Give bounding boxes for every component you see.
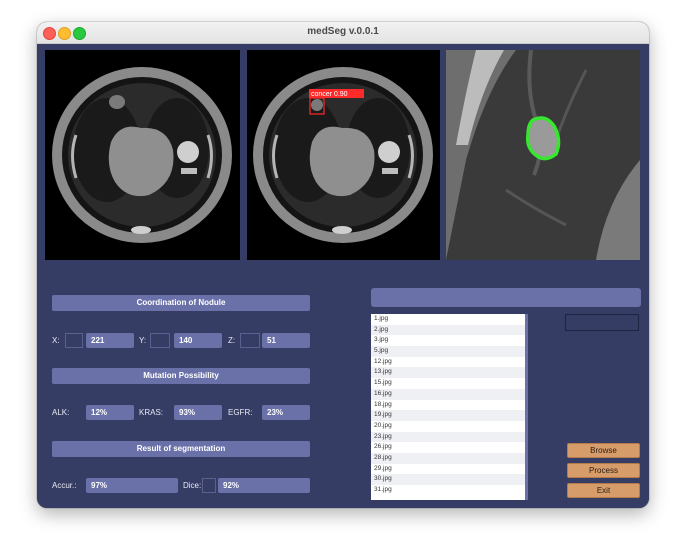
z-value: 51 — [262, 333, 310, 348]
x-spacer — [65, 333, 83, 348]
x-label: X: — [52, 336, 60, 345]
kras-label: KRAS: — [139, 408, 164, 417]
mutation-header: Mutation Possibility — [52, 368, 310, 384]
file-list-item[interactable]: 28.jpg — [371, 452, 525, 464]
file-list-item[interactable]: 2.jpg — [371, 324, 525, 336]
exit-button[interactable]: Exit — [567, 483, 640, 498]
ct-original-image — [45, 50, 240, 260]
ct-segmentation-image — [446, 50, 640, 260]
status-box — [565, 314, 639, 331]
progress-bar — [371, 288, 641, 307]
segmentation-contour — [525, 116, 561, 161]
file-list[interactable]: 1.jpg 2.jpg 3.jpg 5.jpg 12.jpg 13.jpg 15… — [371, 314, 528, 500]
z-spacer — [240, 333, 260, 348]
file-list-item[interactable]: 16.jpg — [371, 388, 525, 400]
file-list-item[interactable]: 23.jpg — [371, 431, 525, 443]
egfr-value: 23% — [262, 405, 310, 420]
file-list-item[interactable]: 31.jpg — [371, 485, 525, 496]
main-content: concer 0.90 Coordination of Nodule X: 22… — [37, 44, 649, 508]
coordination-header: Coordination of Nodule — [52, 295, 310, 311]
alk-value: 12% — [86, 405, 134, 420]
y-value: 140 — [174, 333, 222, 348]
window-title: medSeg v.0.0.1 — [307, 26, 379, 37]
file-list-item[interactable]: 19.jpg — [371, 410, 525, 421]
dice-spacer — [202, 478, 216, 493]
file-list-item[interactable]: 15.jpg — [371, 378, 525, 389]
alk-label: ALK: — [52, 408, 70, 417]
file-list-item[interactable]: 13.jpg — [371, 367, 525, 379]
app-window: medSeg v.0.0.1 concer 0.90 Coordination … — [37, 22, 649, 508]
file-list-item[interactable]: 30.jpg — [371, 474, 525, 485]
x-value: 221 — [86, 333, 134, 348]
file-list-item[interactable]: 29.jpg — [371, 464, 525, 475]
title-bar: medSeg v.0.0.1 — [37, 22, 649, 44]
dice-value: 92% — [218, 478, 310, 493]
detection-label: concer 0.90 — [311, 91, 348, 98]
file-list-item[interactable]: 5.jpg — [371, 346, 525, 357]
segmentation-header: Result of segmentation — [52, 441, 310, 457]
egfr-label: EGFR: — [228, 408, 253, 417]
z-label: Z: — [228, 336, 236, 345]
y-spacer — [150, 333, 170, 348]
file-list-item[interactable]: 18.jpg — [371, 400, 525, 411]
dice-label: Dice: — [183, 481, 202, 490]
process-button[interactable]: Process — [567, 463, 640, 478]
file-list-item[interactable]: 20.jpg — [371, 421, 525, 432]
file-list-item[interactable]: 1.jpg — [371, 314, 525, 325]
ct-detection-image: concer 0.90 — [247, 50, 440, 260]
y-label: Y: — [139, 336, 147, 345]
accur-value: 97% — [86, 478, 178, 493]
accur-label: Accur.: — [52, 481, 77, 490]
file-list-item[interactable]: 26.jpg — [371, 442, 525, 453]
kras-value: 93% — [174, 405, 222, 420]
file-list-item[interactable]: 3.jpg — [371, 335, 525, 346]
browse-button[interactable]: Browse — [567, 443, 640, 458]
file-list-item[interactable]: 12.jpg — [371, 357, 525, 368]
